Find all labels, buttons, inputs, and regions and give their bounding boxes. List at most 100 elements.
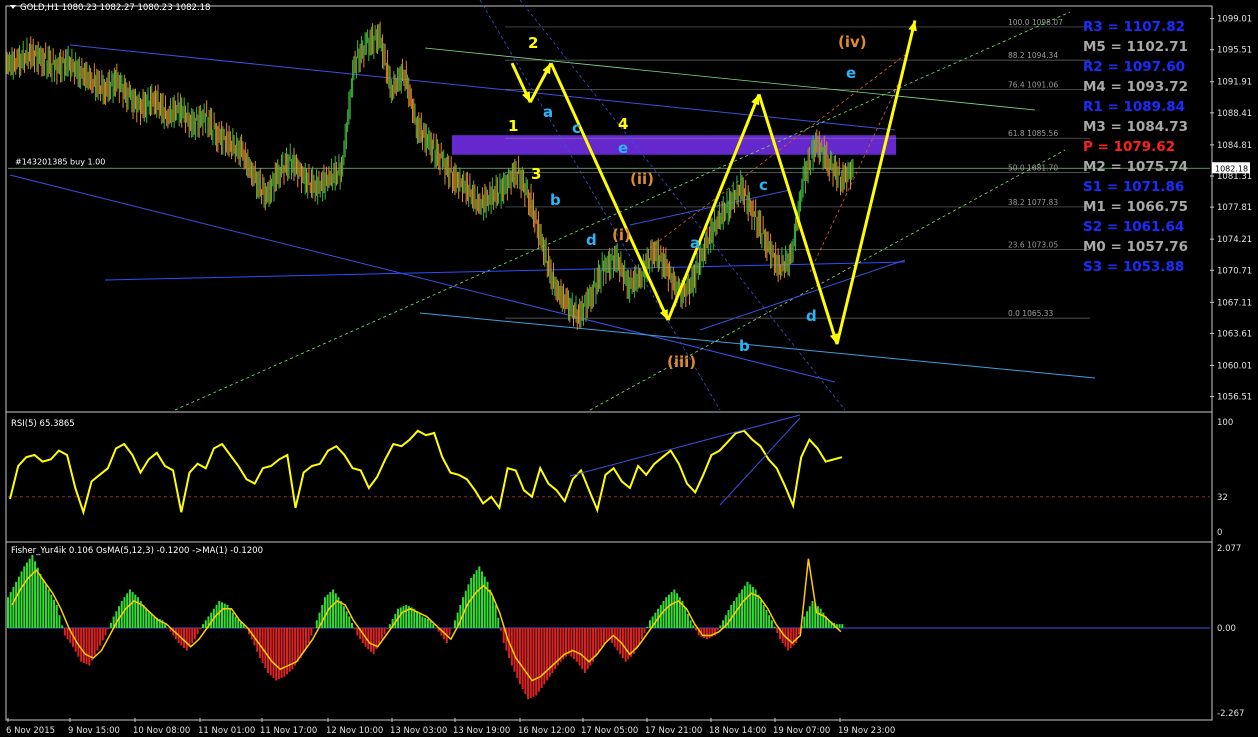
price-tick-label: 1067.11 [1217,298,1252,308]
wave-label: a [690,234,700,252]
trend-line [589,149,1066,411]
price-axis: 1099.01 1095.51 1091.91 1088.41 1084.81 1081.… [1210,15,1252,403]
time-tick-label: 12 Nov 10:00 [326,726,383,736]
time-tick-label: 6 Nov 2015 [6,726,55,736]
trend-line [699,259,906,331]
trend-line [424,47,1036,111]
price-tick-label: 1056.51 [1217,393,1252,403]
time-tick-label: 17 Nov 21:00 [645,726,702,736]
rsi-tick-label: 32 [1217,493,1228,503]
time-tick-label: 9 Nov 15:00 [68,726,120,736]
price-tick-label: 1081.31 [1217,172,1252,182]
fisher-axis: 2.077 0.00 -2.267 [1217,544,1244,719]
fib-level-label: 61.8 1085.56 [1008,129,1058,138]
pivot-level: R2 = 1097.60 [1083,59,1185,75]
time-tick-label: 16 Nov 12:00 [518,726,575,736]
time-tick-label: 10 Nov 08:00 [133,726,190,736]
pivot-level: M2 = 1075.74 [1083,159,1188,175]
rsi-tick-label: 100 [1217,418,1233,428]
wave-label: (ii) [630,170,654,188]
rsi-line [9,429,843,516]
trend-line [419,312,1096,379]
trend-line [174,11,1071,411]
fisher-title: Fisher_Yur4ik 0.106 OsMA(5,12,3) -0.1200… [11,546,263,556]
wave-label: (iii) [667,353,696,371]
fisher-signal-line [11,558,842,682]
price-tick-label: 1077.81 [1217,203,1252,213]
rsi-trend-line [569,414,801,477]
symbol-caption: GOLD,H1 1080.23 1082.27 1080.23 1082.18 [20,3,210,13]
time-axis: 6 Nov 2015 9 Nov 15:00 10 Nov 08:00 11 Nov … [6,718,895,736]
time-tick-label: 19 Nov 23:00 [838,726,895,736]
wave-label: (iv) [838,33,867,51]
time-tick-label: 13 Nov 03:00 [390,726,447,736]
rsi-tick-label: 0 [1217,528,1222,538]
wave-label: d [806,307,817,325]
time-tick-label: 11 Nov 17:00 [260,726,317,736]
chart-canvas[interactable]: 1099.01 1095.51 1091.91 1088.41 1084.81 1081.… [0,0,1258,737]
price-tick-label: 1060.01 [1217,361,1252,371]
fisher-tick-label: 0.00 [1217,624,1236,634]
pivot-level: P = 1079.62 [1083,139,1175,155]
rsi-title: RSI(5) 65.3865 [11,419,75,429]
price-tick-label: 1063.61 [1217,329,1252,339]
panel-frame-2 [5,411,1213,543]
trading-terminal: 1099.01 1095.51 1091.91 1088.41 1084.81 1081.… [0,0,1258,737]
current-price-value: 1082.18 [1215,164,1248,173]
current-price-box: 1082.18 [1212,162,1250,174]
wave-label: (i) [612,226,631,244]
pivot-level: M0 = 1057.76 [1083,239,1188,255]
price-tick-label: 1084.81 [1217,141,1252,151]
fib-level-label: 38.2 1077.83 [1008,198,1058,207]
pivot-level: S3 = 1053.88 [1083,259,1184,275]
time-tick-label: 13 Nov 19:00 [453,726,510,736]
fib-level-label: 0.0 1065.33 [1008,309,1054,318]
time-tick-label: 19 Nov 07:00 [773,726,830,736]
wave-label: b [739,337,750,355]
pivot-level: M4 = 1093.72 [1083,79,1188,95]
wave-label: 4 [618,115,628,133]
pivot-level: S2 = 1061.64 [1083,219,1184,235]
price-tick-label: 1099.01 [1217,15,1252,25]
time-tick-label: 11 Nov 01:00 [198,726,255,736]
wave-label: 2 [528,34,538,52]
price-tick-label: 1074.21 [1217,235,1252,245]
pivot-level: M3 = 1084.73 [1083,119,1188,135]
trend-line [809,79,901,273]
fib-level-label: 100.0 1098.07 [1008,18,1063,27]
fib-level-label: 76.4 1091.06 [1008,80,1058,89]
fisher-tick-label: 2.077 [1217,544,1241,554]
wave-label: e [846,64,856,82]
wave-label: e [618,139,628,157]
pivot-level: S1 = 1071.86 [1083,179,1184,195]
wave-label: b [550,191,561,209]
rsi-axis: 100 32 0 [1217,418,1233,538]
wave-label: c [759,176,768,194]
fib-level-label: 23.6 1073.05 [1008,240,1058,249]
pivot-level: M1 = 1066.75 [1083,199,1188,215]
wave-segment [757,93,839,345]
price-tick-label: 1095.51 [1217,46,1252,56]
pivot-level: R3 = 1107.82 [1083,19,1185,35]
pivot-level: M5 = 1102.71 [1083,39,1188,55]
trend-line [104,261,906,281]
fib-level-label: 88.2 1094.34 [1008,51,1058,60]
price-tick-label: 1070.71 [1217,266,1252,276]
fisher-tick-label: -2.267 [1217,709,1244,719]
pivot-table: R3 = 1107.82 M5 = 1102.71 R2 = 1097.60 M4 =… [1083,19,1188,275]
wave-segment [549,62,670,321]
time-tick-label: 18 Nov 14:00 [709,726,766,736]
wave-label: 1 [508,117,518,135]
time-tick-label: 17 Nov 05:00 [581,726,638,736]
chart-menu-chevron-down-icon [10,5,16,9]
price-tick-label: 1088.41 [1217,109,1252,119]
trend-line [9,174,836,383]
trend-line [519,0,846,411]
pivot-level: R1 = 1089.84 [1083,99,1185,115]
trade-label: #143201385 buy 1.00 [15,157,105,166]
wave-label: d [586,231,597,249]
wave-label: c [572,119,581,137]
price-tick-label: 1091.91 [1217,78,1252,88]
wave-label: a [543,103,553,121]
trend-line [479,0,721,411]
